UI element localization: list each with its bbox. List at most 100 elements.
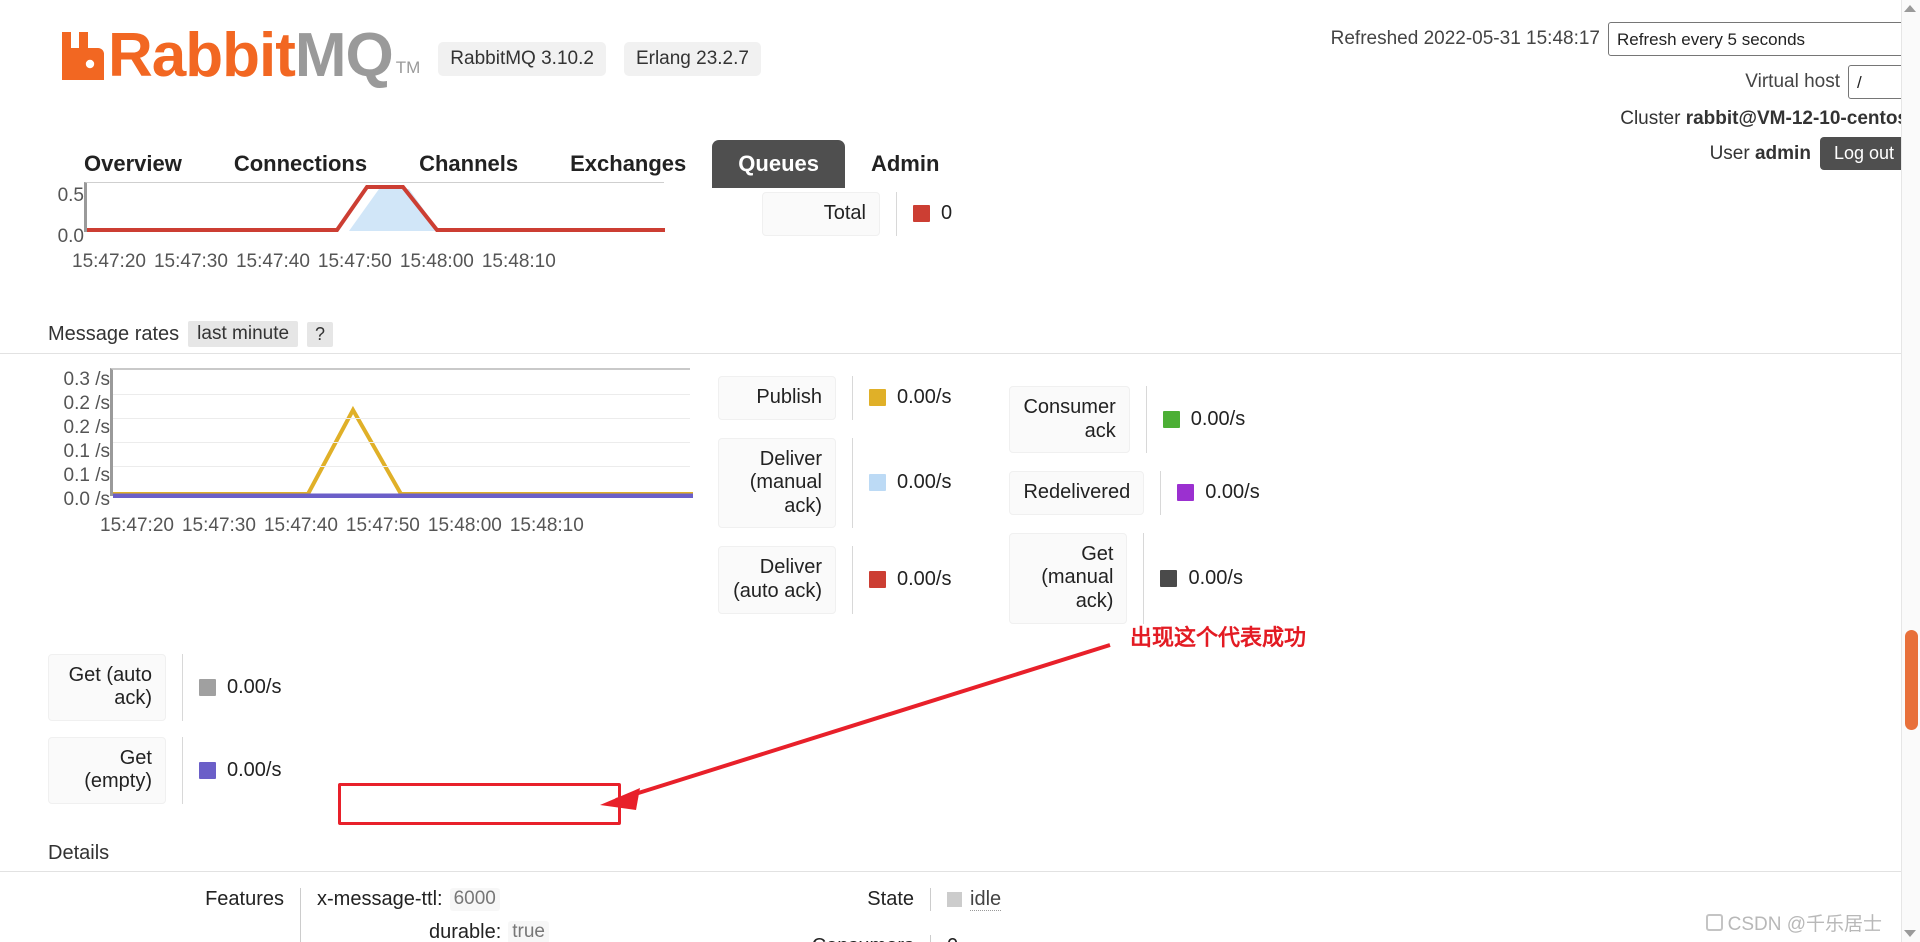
legend-value-deliver-manual-ack: 0.00/s [897,471,952,494]
legend-divider [1143,532,1145,624]
legend-button-get-manual-ack[interactable]: Get (manual ack) [1009,532,1128,624]
legend-button-get-auto-ack[interactable]: Get (auto ack) [48,653,166,721]
virtual-host-select[interactable]: / [1848,65,1908,99]
details-row-features: Features x-message-ttl: 6000 durable: tr… [0,887,640,942]
legend-row-get-empty: Get (empty) 0.00/s [48,736,1920,804]
details-table: Features x-message-ttl: 6000 durable: tr… [0,872,1920,942]
logout-button[interactable]: Log out [1819,137,1908,170]
rates-legend-column-3: Get (auto ack) 0.00/s Get (empty) 0.00/s [48,653,1920,804]
scroll-down-arrow-icon[interactable] [1904,930,1916,937]
x-tick: 15:47:40 [263,515,338,536]
legend-button-total[interactable]: Total [762,192,880,236]
details-row-state: State idle [670,887,1310,911]
legend-row-deliver-manual-ack: Deliver (manual ack) 0.00/s [718,437,952,529]
cluster-line: Cluster rabbit@VM-12-10-centos [1331,108,1908,130]
page-content: 0.5 0.0 15:47:20 15:47:30 15:47:40 15:47… [0,182,1920,942]
details-key-features: Features [205,887,284,910]
virtual-host-label: Virtual host [1745,71,1840,92]
header-right-panel: Refreshed 2022-05-31 15:48:17 Refresh ev… [1331,22,1908,170]
details-row-consumers: Consumers 0 [670,934,1310,942]
main-navigation: Overview Connections Channels Exchanges … [58,140,965,188]
rabbitmq-management-page: RabbitMQ TM RabbitMQ 3.10.2 Erlang 23.2.… [0,0,1920,942]
legend-value-publish: 0.00/s [897,386,952,409]
watermark-text: CSDN @千乐居士 [1727,914,1882,935]
cluster-label: Cluster [1620,108,1681,129]
legend-swatch-get-empty [199,761,216,779]
nav-item-queues[interactable]: Queues [712,140,845,188]
queued-x-axis: 15:47:20 15:47:30 15:47:40 15:47:50 15:4… [38,251,664,273]
details-key-state: State [867,887,914,910]
details-left-column: Features x-message-ttl: 6000 durable: tr… [0,887,640,942]
feature-x-message-ttl: x-message-ttl: 6000 [317,887,601,911]
y-tick: 0.1 /s [63,441,110,462]
legend-button-redelivered[interactable]: Redelivered [1009,471,1145,515]
legend-value-get-manual-ack: 0.00/s [1188,566,1243,589]
y-tick: 0.0 /s [63,489,110,510]
scrollbar-thumb[interactable] [1905,630,1918,730]
cluster-name: rabbit@VM-12-10-centos [1685,108,1908,129]
nav-item-overview[interactable]: Overview [58,140,208,188]
page-scrollbar[interactable] [1901,0,1920,942]
legend-button-get-empty[interactable]: Get (empty) [48,736,166,804]
x-tick: 15:47:50 [345,515,420,536]
refresh-interval-select[interactable]: Refresh every 5 seconds [1608,22,1908,56]
legend-swatch-redelivered [1177,484,1195,502]
erlang-version-badge: Erlang 23.2.7 [623,42,761,76]
legend-value-consumer-ack: 0.00/s [1190,408,1246,431]
x-tick: 15:47:30 [181,515,256,536]
queued-messages-chart-block: 0.5 0.0 15:47:20 15:47:30 15:47:40 15:47… [0,182,1920,273]
refresh-row: Refreshed 2022-05-31 15:48:17 Refresh ev… [1331,22,1908,56]
legend-button-publish[interactable]: Publish [718,376,836,420]
features-values: x-message-ttl: 6000 durable: true [301,887,601,942]
brand-logo[interactable]: RabbitMQ TM RabbitMQ 3.10.2 Erlang 23.2.… [58,25,761,87]
user-line: User admin Log out [1331,137,1908,170]
message-rates-chart: 0.3 /s 0.2 /s 0.2 /s 0.1 /s 0.1 /s 0.0 /… [38,368,693,537]
queued-plot-area [84,182,667,232]
legend-divider [852,437,853,529]
legend-value-deliver-auto-ack: 0.00/s [897,568,952,591]
legend-divider [896,192,897,236]
legend-value-total: 0 [941,202,953,225]
message-rates-header: Message rates last minute ? [0,321,1920,354]
x-tick: 15:48:10 [509,515,584,536]
x-tick: 15:47:20 [72,251,146,272]
legend-swatch-total [913,205,930,223]
legend-divider [182,653,183,721]
legend-button-deliver-auto-ack[interactable]: Deliver (auto ack) [718,546,836,614]
nav-item-channels[interactable]: Channels [393,140,544,188]
legend-row-redelivered: Redelivered 0.00/s [1009,471,1260,515]
x-tick: 15:48:00 [427,515,502,536]
legend-row-total: Total 0 [762,192,952,236]
feature-value: true [508,920,549,942]
brand-name-mq: MQ [294,21,394,90]
legend-divider [1145,386,1147,454]
nav-item-exchanges[interactable]: Exchanges [544,140,712,188]
details-value-state: idle [931,887,1002,911]
y-tick: 0.0 [57,226,84,247]
legend-swatch-consumer-ack [1162,411,1180,429]
legend-button-consumer-ack[interactable]: Consumer ack [1009,386,1130,454]
legend-value-get-empty: 0.00/s [227,758,282,781]
vhost-row: Virtual host / [1331,65,1908,99]
x-tick: 15:47:30 [153,251,228,272]
legend-divider [1160,471,1162,515]
scroll-up-arrow-icon[interactable] [1904,5,1916,12]
queued-legend: Total 0 [762,182,952,236]
nav-item-connections[interactable]: Connections [208,140,393,188]
legend-swatch-get-manual-ack [1160,569,1178,587]
details-section-title: Details [0,842,1920,872]
feature-durable: durable: true [317,920,601,942]
legend-value-redelivered: 0.00/s [1205,481,1260,504]
message-rates-period-chip[interactable]: last minute [188,321,299,347]
rates-legend-column-2: Consumer ack 0.00/s Redelivered 0.00/s G… [1009,368,1260,624]
x-tick: 15:47:40 [235,251,310,272]
help-icon[interactable]: ? [307,321,334,347]
nav-item-admin[interactable]: Admin [845,140,965,188]
legend-swatch-publish [869,389,886,407]
message-rates-chart-block: 0.3 /s 0.2 /s 0.2 /s 0.1 /s 0.1 /s 0.0 /… [0,368,1920,624]
y-tick: 0.3 /s [63,369,110,390]
queued-messages-chart: 0.5 0.0 15:47:20 15:47:30 15:47:40 15:47… [38,182,667,273]
watermark: CSDN @千乐居士 [1705,909,1882,936]
legend-button-deliver-manual-ack[interactable]: Deliver (manual ack) [718,437,836,529]
legend-divider [852,376,853,420]
